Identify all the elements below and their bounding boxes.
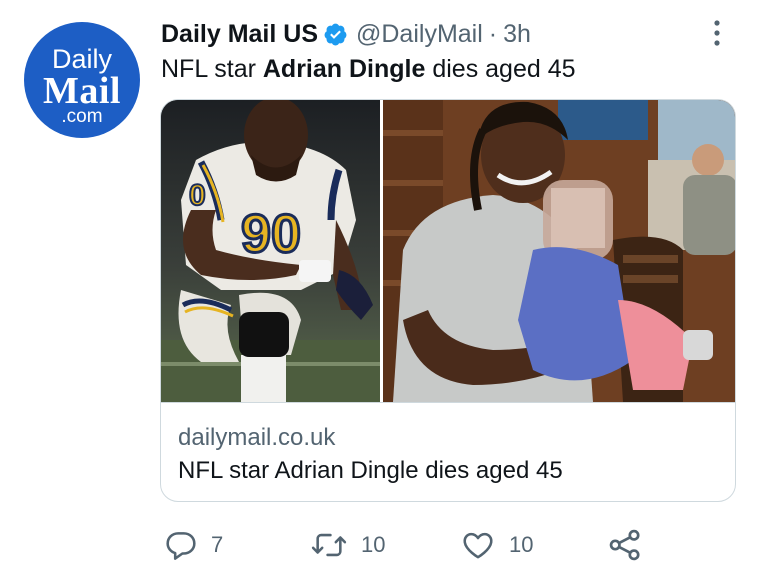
user-handle[interactable]: @DailyMail [356, 20, 483, 49]
share-button[interactable] [607, 525, 643, 565]
card-title: NFL star Adrian Dingle dies aged 45 [178, 457, 563, 484]
retweet-count: 10 [361, 532, 386, 557]
action-bar: 7 10 10 [164, 525, 664, 565]
separator-dot: · [488, 19, 498, 48]
card-image-man-with-child[interactable] [383, 100, 735, 402]
like-button[interactable]: 10 [460, 525, 533, 565]
tweet-text-name[interactable]: Adrian Dingle [263, 55, 426, 83]
tweet-text: NFL star Adrian Dingle dies aged 45 [161, 55, 576, 84]
card-media[interactable]: 90 0 [161, 100, 735, 402]
timestamp[interactable]: 3h [503, 20, 531, 49]
avatar-text-com: .com [61, 106, 103, 127]
svg-text:90: 90 [241, 204, 301, 264]
retweet-button[interactable]: 10 [310, 525, 385, 565]
tweet-text-end: dies aged 45 [425, 55, 576, 83]
tweet-text-start: NFL star [161, 55, 263, 83]
link-card[interactable]: 90 0 dailymail.co.uk NFL star Adrian Din… [160, 99, 736, 502]
reply-icon [164, 528, 198, 562]
retweet-icon [310, 528, 348, 562]
share-icon [607, 527, 643, 563]
reply-button[interactable]: 7 [164, 525, 223, 565]
avatar[interactable]: Daily Mail .com [24, 22, 140, 138]
verified-badge-icon [323, 22, 348, 47]
more-options-icon[interactable] [703, 16, 731, 50]
display-name[interactable]: Daily Mail US [161, 20, 318, 49]
reply-count: 7 [211, 532, 224, 557]
like-count: 10 [509, 532, 534, 557]
card-domain: dailymail.co.uk [178, 424, 336, 451]
card-image-football-player[interactable]: 90 0 [161, 100, 380, 402]
card-meta[interactable]: dailymail.co.uk NFL star Adrian Dingle d… [161, 402, 735, 501]
svg-text:0: 0 [189, 179, 206, 212]
like-icon [460, 528, 496, 562]
tweet-header: Daily Mail US @DailyMail · 3h [161, 18, 531, 50]
